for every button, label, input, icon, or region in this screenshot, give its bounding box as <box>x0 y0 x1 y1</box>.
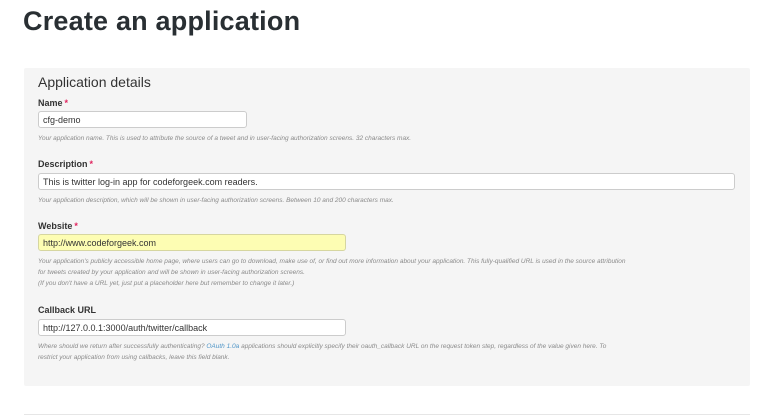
page-title: Create an application <box>23 6 301 36</box>
website-input[interactable] <box>38 234 346 251</box>
oauth-link[interactable]: OAuth 1.0a <box>206 343 239 350</box>
website-help-line-1: Your application's publicly accessible h… <box>38 258 626 265</box>
callback-url-label-text: Callback URL <box>38 305 97 315</box>
description-help-text: Your application description, which will… <box>38 197 394 204</box>
description-label-text: Description <box>38 159 88 169</box>
website-help-line-2: for tweets created by your application a… <box>38 269 305 276</box>
divider <box>24 414 750 415</box>
callback-help-pre: Where should we return after successfull… <box>38 343 205 350</box>
required-marker: * <box>89 159 94 169</box>
name-input[interactable] <box>38 111 247 128</box>
website-help-line-3: (If you don't have a URL yet, just put a… <box>38 280 295 287</box>
website-label: Website * <box>38 221 78 231</box>
panel-heading: Application details <box>38 74 151 90</box>
callback-url-label: Callback URL <box>38 305 96 315</box>
application-details-panel: Application details Name* Your applicati… <box>24 68 750 386</box>
required-marker: * <box>64 98 69 108</box>
name-help-text: Your application name. This is used to a… <box>38 135 412 142</box>
description-input[interactable] <box>38 173 735 190</box>
callback-url-input[interactable] <box>38 319 346 336</box>
description-label: Description * <box>38 159 93 169</box>
required-marker: * <box>74 221 78 231</box>
callback-help-post: applications should explicitly specify t… <box>241 343 607 350</box>
name-label-text: Name <box>38 98 63 108</box>
website-help-text: Your application's publicly accessible h… <box>38 256 743 289</box>
name-label: Name * <box>38 98 68 108</box>
callback-help-text: Where should we return after successfull… <box>38 341 743 363</box>
callback-help-line-2: restrict your application from using cal… <box>38 354 230 361</box>
website-label-text: Website <box>38 221 73 231</box>
